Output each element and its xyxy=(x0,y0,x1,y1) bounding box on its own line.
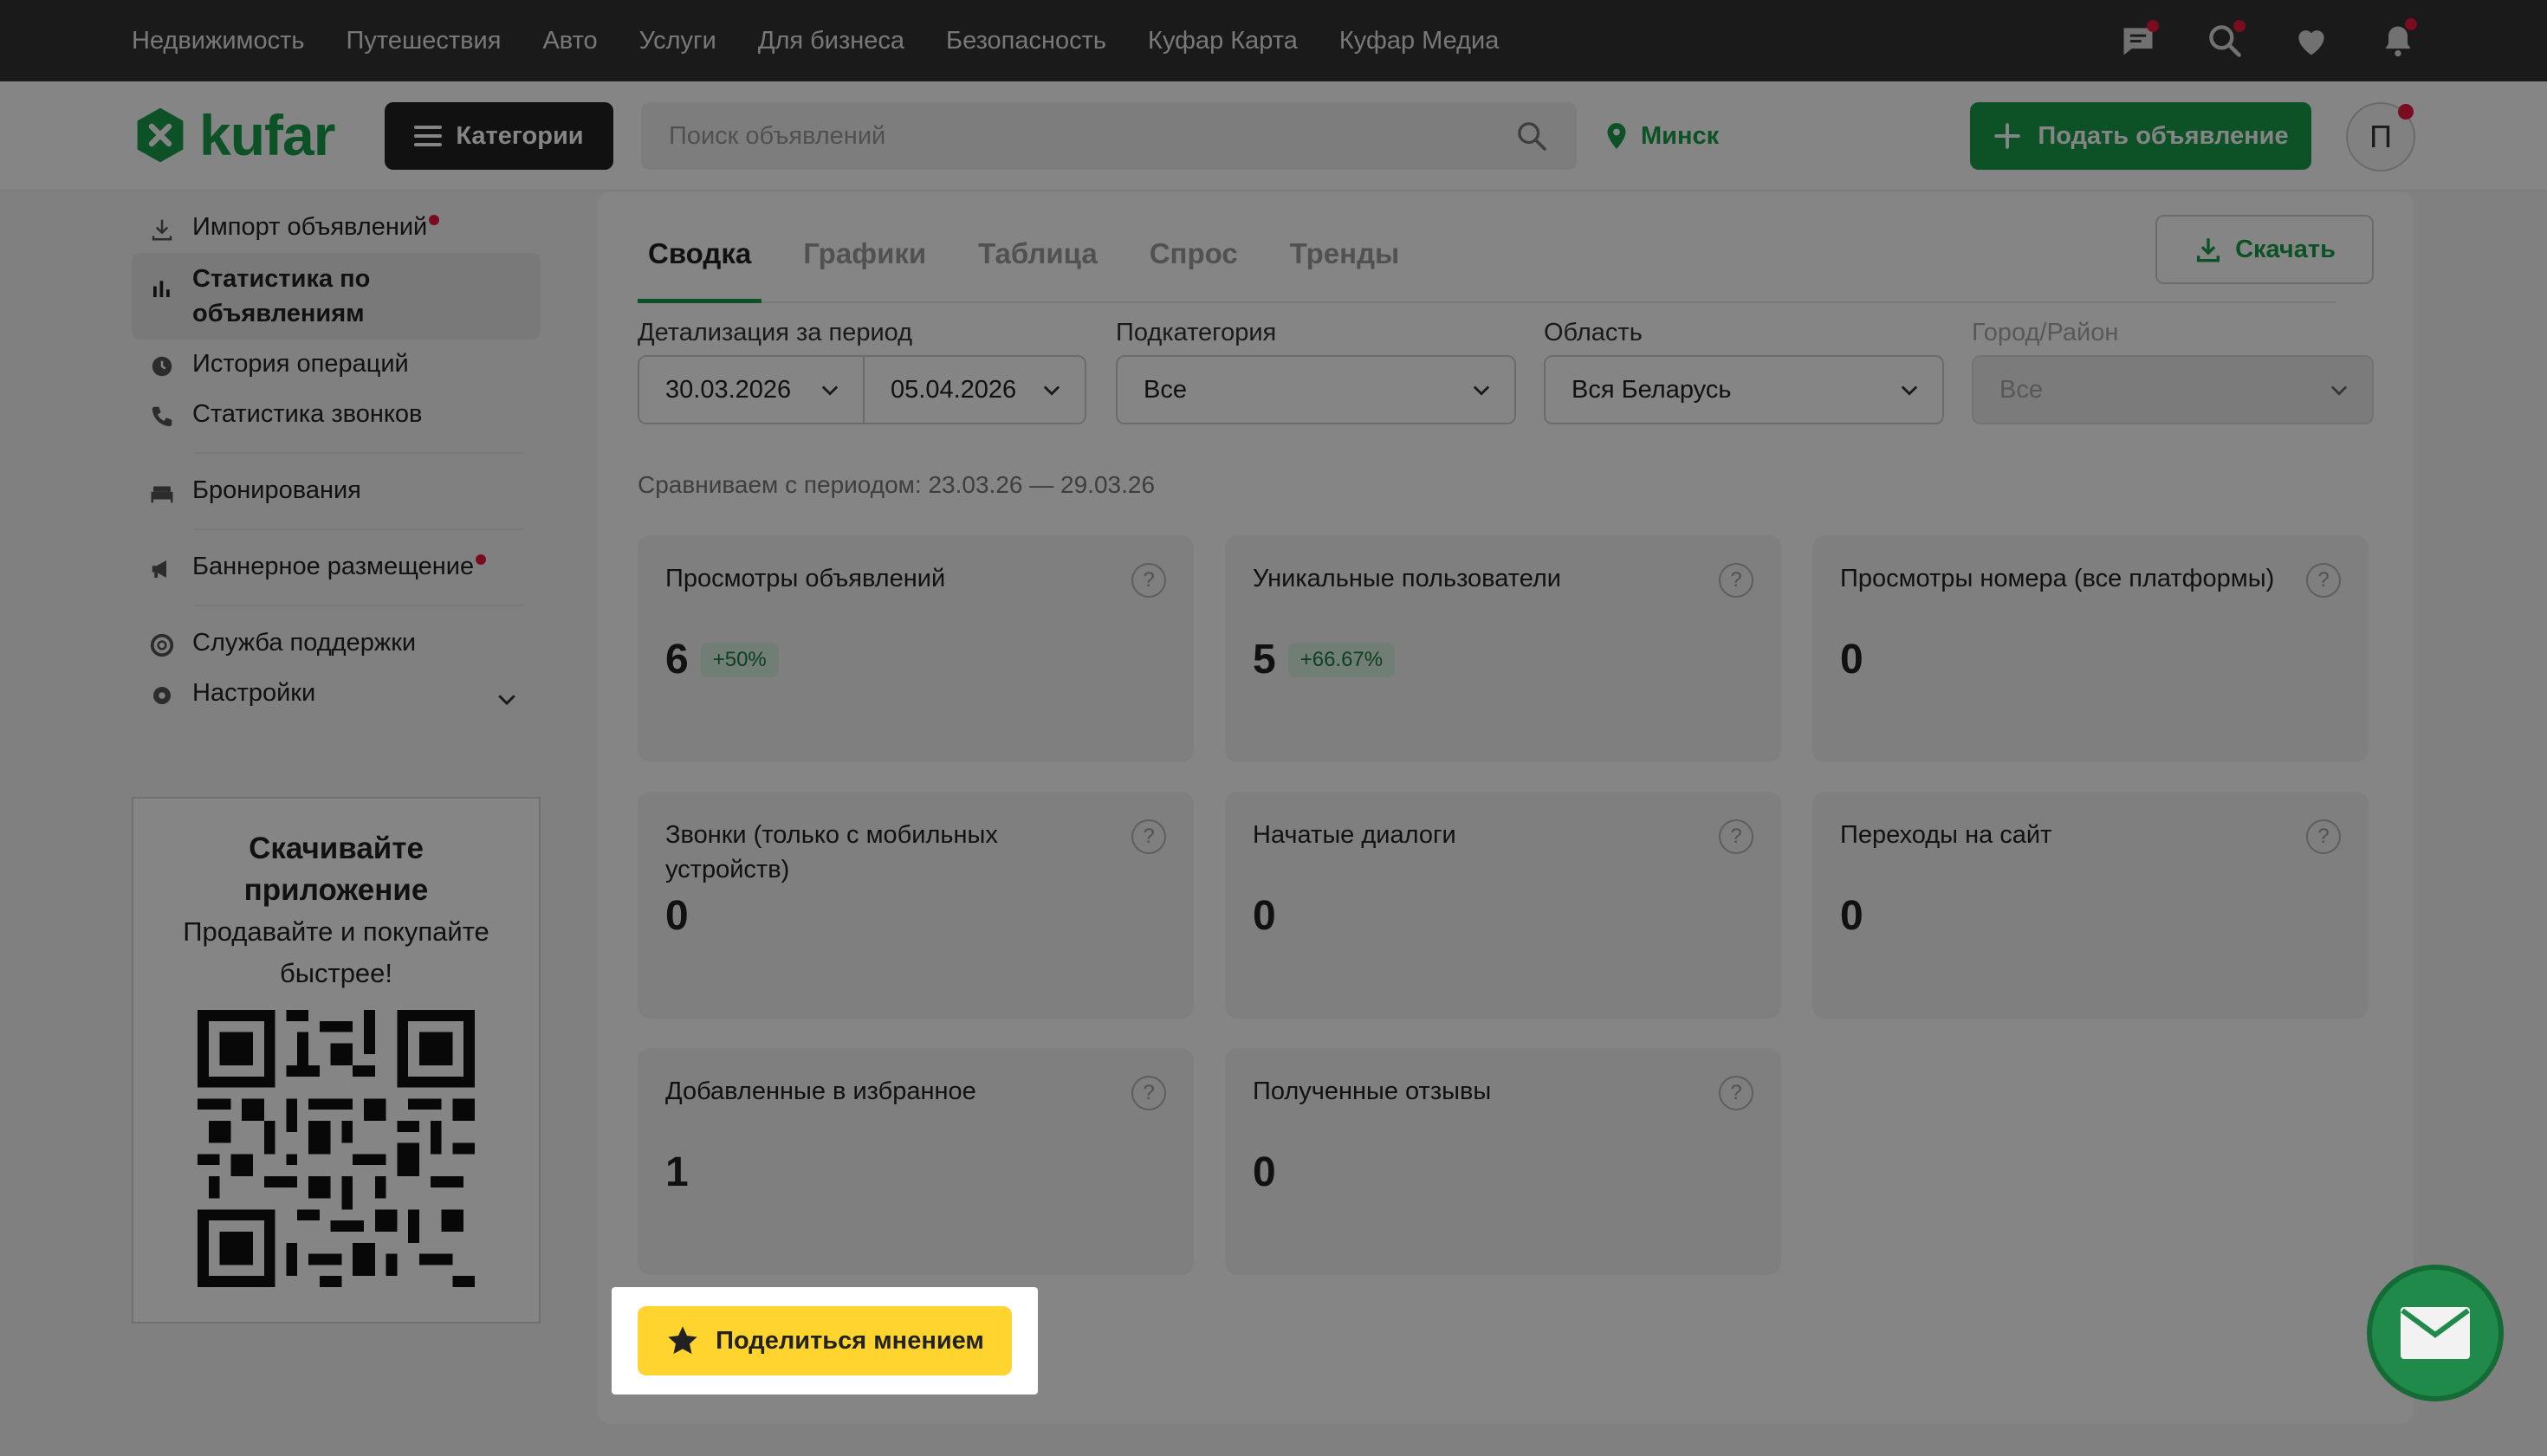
star-icon xyxy=(668,1326,697,1355)
share-feedback-label: Поделиться мнением xyxy=(716,1326,984,1355)
envelope-icon xyxy=(2401,1307,2470,1359)
share-feedback-button[interactable]: Поделиться мнением xyxy=(638,1306,1012,1375)
message-fab-button[interactable] xyxy=(2367,1265,2504,1401)
dim-overlay xyxy=(0,0,2547,1456)
